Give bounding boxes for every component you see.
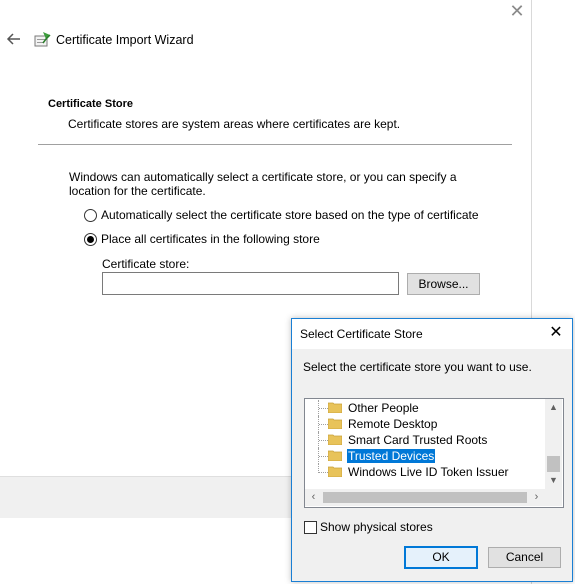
certificate-store-input[interactable] bbox=[102, 272, 399, 295]
show-physical-stores-label: Show physical stores bbox=[320, 520, 433, 534]
scroll-up-icon[interactable]: ▲ bbox=[545, 399, 562, 416]
browse-button[interactable]: Browse... bbox=[407, 273, 480, 295]
intro-text: Windows can automatically select a certi… bbox=[69, 170, 457, 198]
auto-select-store-option[interactable]: Automatically select the certificate sto… bbox=[84, 208, 479, 223]
folder-icon bbox=[328, 418, 342, 429]
auto-select-label: Automatically select the certificate sto… bbox=[101, 208, 479, 222]
certificate-wizard-icon bbox=[34, 31, 52, 49]
vertical-scrollbar[interactable]: ▲ ▼ bbox=[545, 399, 562, 489]
auto-select-radio[interactable] bbox=[84, 209, 97, 223]
back-arrow-icon[interactable] bbox=[6, 31, 22, 47]
select-certificate-store-dialog: Select Certificate Store ✕ Select the ce… bbox=[291, 318, 573, 582]
cancel-button[interactable]: Cancel bbox=[488, 547, 561, 568]
section-divider bbox=[38, 144, 512, 145]
show-physical-stores-checkbox[interactable] bbox=[304, 521, 317, 535]
certificate-store-tree[interactable]: Other People Remote Desktop Smart Card T… bbox=[304, 398, 564, 508]
place-in-store-radio[interactable] bbox=[84, 233, 97, 247]
folder-icon bbox=[328, 450, 342, 461]
place-in-store-option[interactable]: Place all certificates in the following … bbox=[84, 232, 320, 247]
wizard-title: Certificate Import Wizard bbox=[56, 33, 194, 47]
ok-button[interactable]: OK bbox=[404, 546, 478, 569]
scroll-right-icon[interactable]: › bbox=[528, 489, 545, 506]
folder-icon bbox=[328, 466, 342, 477]
scroll-corner bbox=[545, 489, 562, 506]
tree-item-label: Windows Live ID Token Issuer bbox=[348, 465, 509, 479]
dialog-instruction: Select the certificate store you want to… bbox=[303, 360, 532, 374]
dialog-title: Select Certificate Store bbox=[300, 327, 423, 341]
folder-icon bbox=[328, 434, 342, 445]
folder-icon bbox=[328, 402, 342, 413]
horizontal-scroll-thumb[interactable] bbox=[323, 492, 527, 503]
tree-item-label: Smart Card Trusted Roots bbox=[348, 433, 488, 447]
tree-item-selected[interactable]: Trusted Devices bbox=[305, 448, 545, 464]
show-physical-stores-option[interactable]: Show physical stores bbox=[304, 520, 433, 535]
tree-item[interactable]: Remote Desktop bbox=[305, 416, 545, 432]
vertical-scroll-thumb[interactable] bbox=[547, 456, 560, 472]
tree-item[interactable]: Other People bbox=[305, 400, 545, 416]
tree-item-label: Other People bbox=[348, 401, 419, 415]
tree-item[interactable]: Smart Card Trusted Roots bbox=[305, 432, 545, 448]
close-icon[interactable]: ✕ bbox=[508, 2, 526, 20]
tree-item-label: Trusted Devices bbox=[347, 449, 436, 463]
close-icon[interactable]: ✕ bbox=[546, 323, 566, 343]
tree-items: Other People Remote Desktop Smart Card T… bbox=[305, 399, 545, 491]
tree-item-label: Remote Desktop bbox=[348, 417, 438, 431]
tree-item[interactable]: Windows Live ID Token Issuer bbox=[305, 464, 545, 480]
section-description: Certificate stores are system areas wher… bbox=[68, 117, 401, 131]
dialog-titlebar: Select Certificate Store ✕ bbox=[292, 319, 572, 349]
scroll-left-icon[interactable]: ‹ bbox=[305, 489, 322, 506]
place-in-store-label: Place all certificates in the following … bbox=[101, 232, 320, 246]
scroll-down-icon[interactable]: ▼ bbox=[545, 472, 562, 489]
certificate-store-label: Certificate store: bbox=[102, 257, 190, 271]
section-title: Certificate Store bbox=[48, 98, 133, 110]
horizontal-scrollbar[interactable]: ‹ › bbox=[305, 489, 545, 506]
